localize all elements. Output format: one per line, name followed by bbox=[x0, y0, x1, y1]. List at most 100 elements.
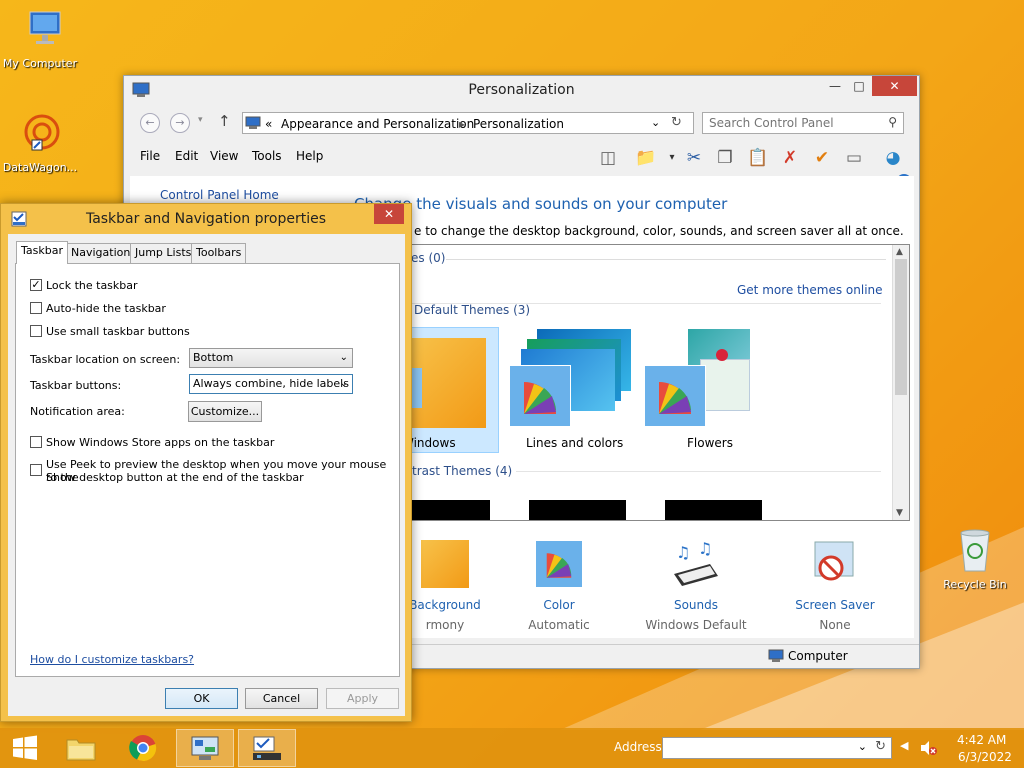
paste-icon[interactable]: 📋 bbox=[746, 146, 770, 170]
color-setting[interactable]: Color Automatic bbox=[504, 540, 614, 632]
control-panel-icon bbox=[191, 736, 219, 760]
maximize-button[interactable]: □ bbox=[846, 76, 872, 96]
refresh-icon[interactable]: ↻ bbox=[875, 739, 886, 754]
address-dropdown-icon[interactable]: ⌄ bbox=[651, 116, 660, 129]
web-icon[interactable]: ◕ bbox=[881, 146, 905, 170]
menu-edit[interactable]: Edit bbox=[175, 149, 198, 163]
screen-saver-setting[interactable]: Screen Saver None bbox=[780, 540, 890, 632]
location-select[interactable]: Bottom ⌄ bbox=[189, 348, 353, 368]
refresh-icon[interactable]: ↻ bbox=[671, 115, 682, 130]
show-hidden-icons-chevron[interactable]: ◀ bbox=[900, 739, 908, 752]
screen-saver-link[interactable]: Screen Saver bbox=[780, 598, 890, 612]
folder-options-icon[interactable]: 📁 bbox=[634, 146, 658, 170]
menu-tools[interactable]: Tools bbox=[252, 149, 282, 163]
clock-date[interactable]: 6/3/2022 bbox=[958, 750, 1012, 764]
contrast-theme-thumb[interactable] bbox=[665, 500, 762, 520]
file-explorer-button[interactable] bbox=[52, 729, 110, 767]
cut-icon[interactable]: ✂ bbox=[682, 146, 706, 170]
small-buttons-checkbox[interactable] bbox=[30, 325, 42, 337]
customize-button[interactable]: Customize... bbox=[188, 401, 262, 422]
start-button[interactable] bbox=[0, 729, 50, 767]
tab-taskbar[interactable]: Taskbar bbox=[16, 241, 68, 264]
peek-checkbox[interactable] bbox=[30, 464, 42, 476]
menu-file[interactable]: File bbox=[140, 149, 160, 163]
delete-icon[interactable]: ✗ bbox=[778, 146, 802, 170]
tab-toolbars[interactable]: Toolbars bbox=[191, 243, 247, 263]
dropdown-arrow-icon[interactable]: ▾ bbox=[660, 146, 684, 170]
dialog-close-button[interactable]: ✕ bbox=[374, 204, 404, 224]
desktop-icon-my-computer[interactable]: My Computer bbox=[0, 10, 80, 70]
theme-gallery: es (0) Get more themes online Default Th… bbox=[405, 244, 910, 521]
taskbar-address-input[interactable]: ⌄ ↻ bbox=[662, 737, 892, 759]
up-button[interactable]: ↑ bbox=[218, 112, 231, 130]
cancel-button[interactable]: Cancel bbox=[245, 688, 318, 709]
menu-help[interactable]: Help bbox=[296, 149, 323, 163]
sounds-setting[interactable]: ♫ ♫ Sounds Windows Default bbox=[641, 540, 751, 632]
forward-button[interactable]: → bbox=[170, 113, 190, 133]
layout-icon[interactable]: ◫ bbox=[596, 146, 620, 170]
buttons-select[interactable]: Always combine, hide labels ⌄ bbox=[189, 374, 353, 394]
breadcrumb-chevron[interactable]: « bbox=[265, 117, 272, 131]
scroll-up-icon[interactable]: ▲ bbox=[896, 247, 903, 257]
theme-label: Flowers bbox=[687, 436, 733, 450]
tab-navigation[interactable]: Navigation bbox=[66, 243, 136, 263]
gallery-scrollbar[interactable]: ▲ ▼ bbox=[892, 245, 909, 520]
chrome-button[interactable] bbox=[114, 729, 172, 767]
dialog-titlebar[interactable]: Taskbar and Navigation properties ✕ bbox=[1, 204, 411, 234]
menu-view[interactable]: View bbox=[210, 149, 238, 163]
minimize-button[interactable]: — bbox=[822, 76, 848, 96]
breadcrumb-separator: ▸ bbox=[459, 117, 466, 131]
theme-windows[interactable]: Windows bbox=[406, 327, 499, 453]
volume-muted-icon[interactable] bbox=[920, 740, 938, 756]
group-default-themes: Default Themes (3) bbox=[414, 303, 531, 317]
svg-text:♫: ♫ bbox=[698, 540, 712, 558]
sounds-value: Windows Default bbox=[645, 618, 747, 632]
contrast-theme-thumb[interactable] bbox=[529, 500, 626, 520]
chevron-down-icon[interactable]: ⌄ bbox=[858, 740, 867, 753]
control-panel-taskbar-button[interactable] bbox=[176, 729, 234, 767]
screen-saver-value: None bbox=[819, 618, 851, 632]
ok-button[interactable]: OK bbox=[165, 688, 238, 709]
window-title: Personalization bbox=[468, 82, 575, 98]
store-apps-checkbox[interactable] bbox=[30, 436, 42, 448]
taskbar-properties-taskbar-button[interactable] bbox=[238, 729, 296, 767]
help-customize-link[interactable]: How do I customize taskbars? bbox=[30, 653, 194, 666]
properties-check-icon[interactable]: ✔ bbox=[810, 146, 834, 170]
lock-taskbar-checkbox[interactable]: ✓ bbox=[30, 279, 42, 291]
location-value: Bottom bbox=[193, 351, 234, 364]
location-label: Taskbar location on screen: bbox=[30, 353, 181, 366]
search-input[interactable] bbox=[709, 116, 879, 130]
taskbar-tab-panel: ✓ Lock the taskbar Auto-hide the taskbar… bbox=[15, 263, 400, 677]
theme-lines-and-colors[interactable]: Lines and colors bbox=[509, 329, 639, 451]
apply-button[interactable]: Apply bbox=[326, 688, 399, 709]
buttons-value: Always combine, hide labels bbox=[193, 377, 349, 390]
back-button[interactable]: ← bbox=[140, 113, 160, 133]
scroll-thumb[interactable] bbox=[895, 259, 907, 395]
scroll-down-icon[interactable]: ▼ bbox=[896, 508, 903, 518]
close-button[interactable]: ✕ bbox=[872, 76, 917, 96]
copy-icon[interactable]: ❐ bbox=[713, 146, 737, 170]
search-icon[interactable]: ⚲ bbox=[888, 115, 897, 129]
theme-flowers[interactable]: Flowers bbox=[644, 329, 774, 451]
address-bar[interactable]: « Appearance and Personalization ▸ Perso… bbox=[242, 112, 694, 134]
get-more-themes-link[interactable]: Get more themes online bbox=[737, 283, 883, 297]
breadcrumb-appearance[interactable]: Appearance and Personalization bbox=[281, 117, 474, 131]
auto-hide-checkbox[interactable] bbox=[30, 302, 42, 314]
desktop-icon-datawagon[interactable]: DataWagon... bbox=[0, 112, 80, 174]
chevron-down-icon: ⌄ bbox=[339, 352, 348, 363]
recent-pages-dropdown[interactable]: ▾ bbox=[198, 115, 203, 125]
contrast-theme-thumb[interactable] bbox=[406, 500, 490, 520]
color-link[interactable]: Color bbox=[504, 598, 614, 612]
window-titlebar[interactable]: Personalization — □ ✕ bbox=[124, 76, 919, 106]
page-subheading: e to change the desktop background, colo… bbox=[414, 224, 904, 238]
details-icon[interactable]: ▭ bbox=[842, 146, 866, 170]
control-panel-home-link[interactable]: Control Panel Home bbox=[160, 188, 279, 202]
color-fan-icon bbox=[524, 382, 556, 414]
sounds-link[interactable]: Sounds bbox=[641, 598, 751, 612]
clock-time[interactable]: 4:42 AM bbox=[957, 733, 1006, 747]
navigation-bar: ← → ▾ ↑ « Appearance and Personalization… bbox=[132, 110, 911, 136]
breadcrumb-personalization[interactable]: Personalization bbox=[473, 117, 564, 131]
dialog-body: Taskbar Navigation Jump Lists Toolbars ✓… bbox=[8, 234, 405, 716]
tab-jump-lists[interactable]: Jump Lists bbox=[130, 243, 197, 263]
desktop-icon-recycle-bin[interactable]: Recycle Bin bbox=[935, 527, 1015, 591]
